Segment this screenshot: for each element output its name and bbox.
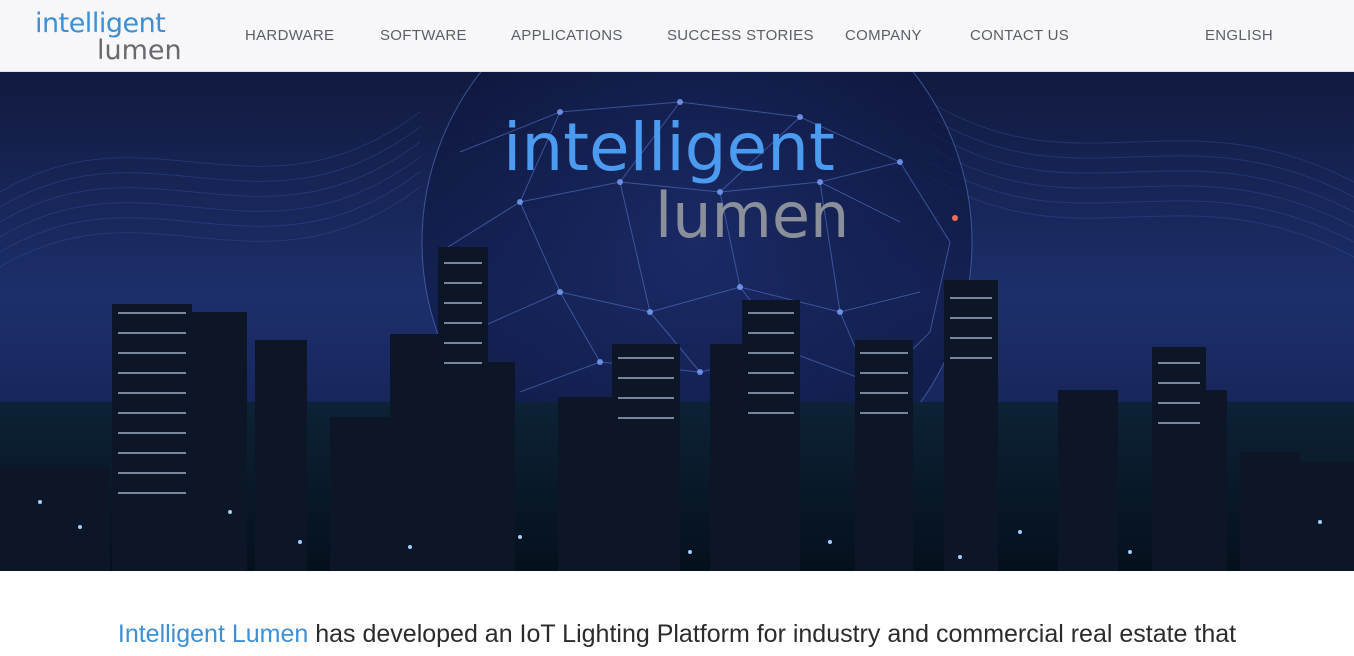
hero-banner: intelligent lumen bbox=[0, 72, 1354, 571]
intro-body: has developed an IoT Lighting Platform f… bbox=[308, 620, 1237, 648]
nav-applications[interactable]: APPLICATIONS bbox=[511, 27, 623, 44]
site-header: intelligent lumen HARDWARE SOFTWARE APPL… bbox=[0, 0, 1354, 72]
nav-contact-us[interactable]: CONTACT US bbox=[970, 27, 1069, 44]
nav-hardware[interactable]: HARDWARE bbox=[245, 27, 334, 44]
intro-brand-link[interactable]: Intelligent Lumen bbox=[118, 620, 308, 648]
hero-logo-line-2: lumen bbox=[655, 179, 849, 252]
main-nav: HARDWARE SOFTWARE APPLICATIONS SUCCESS S… bbox=[0, 0, 1354, 72]
hero-logo-line-1: intelligent bbox=[503, 109, 835, 186]
nav-software[interactable]: SOFTWARE bbox=[380, 27, 467, 44]
nav-success-stories[interactable]: SUCCESS STORIES bbox=[667, 27, 814, 44]
hero-city-image: intelligent lumen bbox=[0, 72, 1354, 571]
language-selector[interactable]: ENGLISH bbox=[1205, 27, 1273, 44]
intro-text: Intelligent Lumen has developed an IoT L… bbox=[0, 620, 1354, 649]
nav-company[interactable]: COMPANY bbox=[845, 27, 922, 44]
